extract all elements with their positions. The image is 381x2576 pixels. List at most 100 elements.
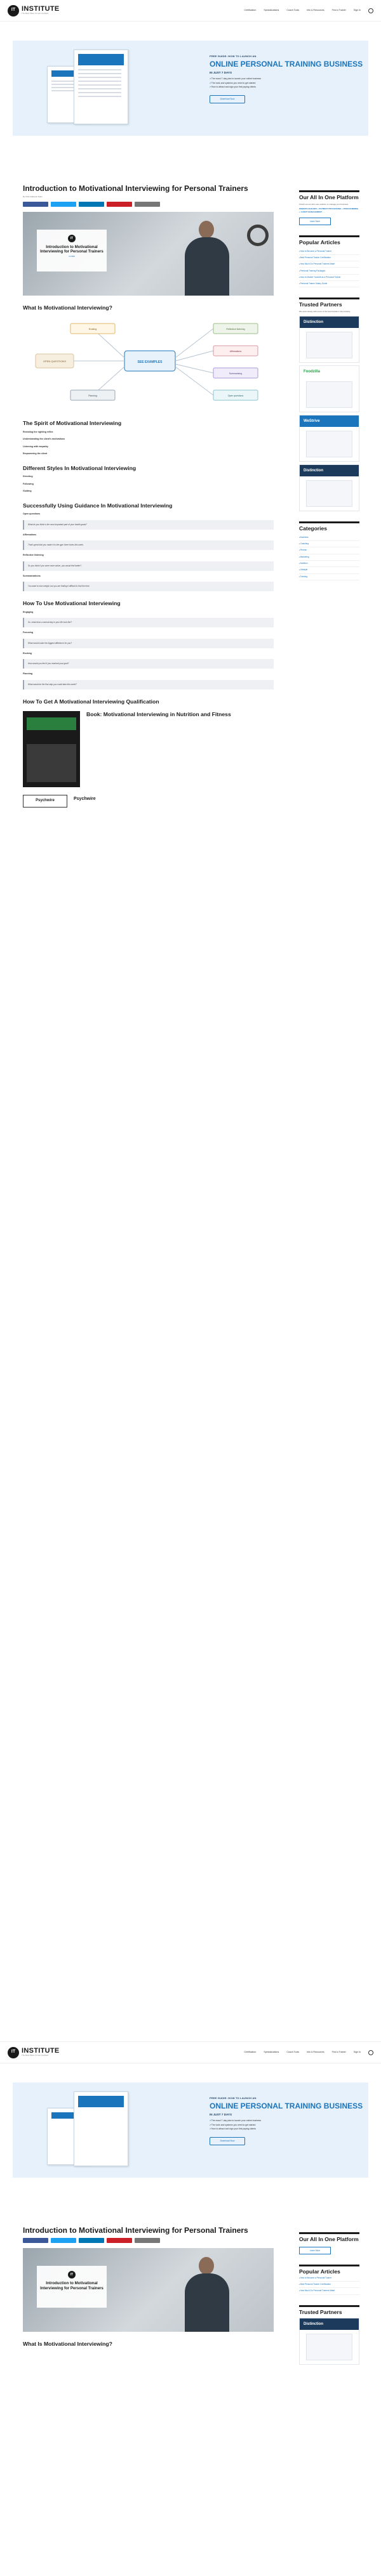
category-link[interactable]: Business: [299, 535, 359, 541]
partner-card[interactable]: Distinction: [299, 464, 359, 511]
download-guide-button[interactable]: Download Now: [210, 2137, 245, 2146]
guide-cover-image: [47, 49, 142, 128]
popular-article-link[interactable]: How Much Do Personal Trainers Make: [299, 261, 359, 268]
share-facebook-button[interactable]: [23, 2238, 48, 2244]
sub-heading: Understanding the client's motivations: [23, 438, 65, 441]
platform-title: Our All In One Platform: [299, 194, 359, 200]
book-block: Book: Motivational Interviewing in Nutri…: [23, 710, 274, 787]
example-quote: What would be the first step you could t…: [23, 679, 274, 690]
sidebar: Our All In One Platform Check out our al…: [299, 190, 359, 591]
share-email-button[interactable]: [135, 202, 160, 207]
nav-item-resources[interactable]: Info & Resources: [307, 2051, 324, 2055]
article-hero-image: IT Introduction to Motivational Intervie…: [23, 2248, 274, 2332]
partner-name: WeStrive: [304, 419, 320, 423]
hero-subtitle: GUIDE: [69, 255, 75, 258]
book-cover-image[interactable]: [23, 710, 80, 787]
popular-article-link[interactable]: Personal Trainer Salary Guide: [299, 281, 359, 288]
weight-plate-icon: [247, 225, 269, 247]
popular-article-link[interactable]: Personal Training Packages: [299, 268, 359, 275]
popular-article-link[interactable]: Best Personal Trainer Certification: [299, 255, 359, 262]
nav-item-sign-in[interactable]: Sign In: [354, 9, 361, 13]
diagram-node: Open questions: [228, 395, 244, 397]
share-twitter-button[interactable]: [51, 202, 76, 207]
nav-item-certification[interactable]: Certification: [244, 9, 256, 13]
nav-item-resources[interactable]: Info & Resources: [307, 9, 324, 13]
psychwire-logo[interactable]: Psychwire: [23, 794, 67, 807]
platform-learn-more-button[interactable]: Learn More: [299, 2246, 331, 2254]
promo-point: The exact 7-day plan to launch your onli…: [210, 77, 368, 81]
section-heading: The Spirit of Motivational Interviewing: [23, 420, 122, 427]
popular-article-link[interactable]: How Much Do Personal Trainers Make: [299, 2288, 359, 2295]
site-logo[interactable]: IT INSTITUTE The Best Place To Get Certi…: [8, 2046, 60, 2058]
sub-heading: Planning: [23, 672, 33, 676]
platform-title: Our All In One Platform: [299, 2236, 359, 2242]
nav-item-sign-in[interactable]: Sign In: [354, 2051, 361, 2055]
nav-item-specializations[interactable]: Specializations: [264, 9, 279, 13]
nav-item-specializations[interactable]: Specializations: [264, 2051, 279, 2055]
nav-item-coach-tools[interactable]: Coach Tools: [286, 2051, 299, 2055]
diagram-center-label: SEE EXAMPLES: [138, 360, 163, 364]
sub-heading: Directing: [23, 475, 33, 478]
popular-title: Popular Articles: [299, 2268, 340, 2275]
partner-name: Distinction: [304, 468, 323, 473]
nav-item-find-trainer[interactable]: Find a Trainer: [332, 9, 346, 13]
popular-article-link[interactable]: How to Become a Personal Trainer: [299, 248, 359, 255]
share-twitter-button[interactable]: [51, 2238, 76, 2244]
category-link[interactable]: Training: [299, 574, 359, 580]
share-linkedin-button[interactable]: [79, 202, 104, 207]
sub-heading: Engaging: [23, 610, 34, 613]
share-email-button[interactable]: [135, 2238, 160, 2244]
platform-learn-more-button[interactable]: Learn More: [299, 217, 331, 225]
diagram-node: Reflective listening: [226, 328, 244, 330]
nav-item-certification[interactable]: Certification: [244, 2051, 256, 2055]
site-logo[interactable]: IT INSTITUTE The Best Place To Get Certi…: [8, 4, 60, 16]
section-heading: How To Use Motivational Interviewing: [23, 600, 121, 607]
category-link[interactable]: Marketing: [299, 554, 359, 561]
share-pinterest-button[interactable]: [107, 2238, 132, 2244]
partners-text: We work closely with some of the best br…: [299, 310, 351, 313]
example-quote: What do you think is the most important …: [23, 520, 274, 530]
partner-card[interactable]: Distinction: [299, 2318, 359, 2365]
promo-subtitle: IN JUST 7 DAYS: [210, 2112, 232, 2116]
popular-article-link[interactable]: How to Market Yourself as a Personal Tra…: [299, 275, 359, 282]
share-facebook-button[interactable]: [23, 202, 48, 207]
nav-item-find-trainer[interactable]: Find a Trainer: [332, 2051, 346, 2055]
article-hero-image: IT Introduction to Motivational Intervie…: [23, 212, 274, 296]
trainer-photo: [178, 2254, 236, 2332]
sub-heading: Resisting the righting reflex: [23, 430, 53, 433]
search-icon[interactable]: [368, 8, 373, 13]
promo-point: The tools and systems you need to get st…: [210, 2124, 368, 2127]
partner-card[interactable]: WeStrive: [299, 414, 359, 462]
platform-text: Check out our all-in-one solution to man…: [299, 202, 349, 206]
guide-page-front: [74, 49, 128, 124]
category-link[interactable]: Nutrition: [299, 561, 359, 568]
popular-article-link[interactable]: Best Personal Trainer Certification: [299, 2282, 359, 2289]
promo-subtitle: IN JUST 7 DAYS: [210, 70, 232, 74]
promo-banner: FREE GUIDE: HOW TO LAUNCH AN ONLINE PERS…: [13, 41, 368, 136]
promo-point: The exact 7-day plan to launch your onli…: [210, 2119, 368, 2122]
category-link[interactable]: Lifestyle: [299, 567, 359, 574]
popular-article-link[interactable]: How to Become a Personal Trainer: [299, 2275, 359, 2282]
hero-title: Introduction to Motivational Interviewin…: [40, 245, 104, 254]
share-linkedin-button[interactable]: [79, 2238, 104, 2244]
psychwire-block: Psychwire Psychwire: [23, 794, 274, 807]
partner-card[interactable]: Distinction: [299, 315, 359, 363]
search-icon[interactable]: [368, 2050, 373, 2055]
category-link[interactable]: Coaching: [299, 541, 359, 548]
promo-banner-repeat: FREE GUIDE: HOW TO LAUNCH AN ONLINE PERS…: [13, 2082, 368, 2178]
share-pinterest-button[interactable]: [107, 202, 132, 207]
section-heading: What Is Motivational Interviewing?: [23, 2341, 112, 2348]
sub-heading: Listening with empathy: [23, 445, 48, 448]
diagram-node: Summarizing: [229, 372, 242, 375]
example-quote: That's great that you made it to the gym…: [23, 540, 274, 551]
nav-item-coach-tools[interactable]: Coach Tools: [286, 9, 299, 13]
guide-cover-image: [47, 2091, 142, 2170]
category-link[interactable]: Fitness: [299, 547, 359, 554]
download-guide-button[interactable]: Download Now: [210, 95, 245, 104]
psychwire-heading: Psychwire: [74, 796, 96, 801]
mi-diagram-svg: OPEN QUESTIONS SEE EXAMPLES Reflective l…: [35, 323, 258, 401]
promo-points: The exact 7-day plan to launch your onli…: [210, 77, 368, 89]
section-heading: Different Styles In Motivational Intervi…: [23, 464, 137, 471]
share-bar: [23, 202, 274, 207]
partner-card[interactable]: Foodzilla: [299, 365, 359, 412]
